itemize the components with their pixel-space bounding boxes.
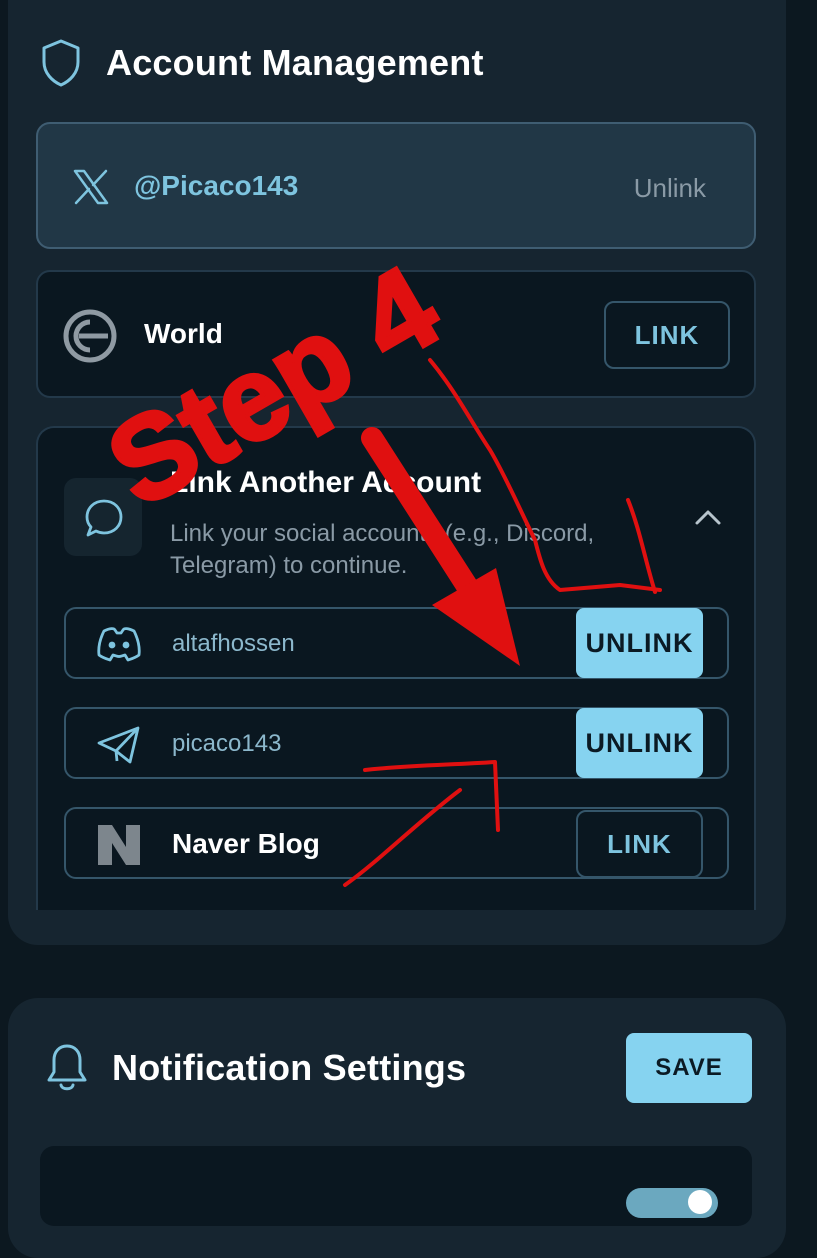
annotation-squiggle-top-hook: [626, 498, 657, 594]
annotation-lower-arrow-line: [343, 788, 462, 887]
annotation-big-arrow-shaft: [361, 427, 487, 611]
annotation-overlay: Step 4: [85, 239, 662, 887]
annotation-big-arrow-head: [432, 568, 520, 666]
annotation-lower-arrow-head: [363, 760, 500, 832]
annotation-squiggle-top: [428, 358, 662, 592]
